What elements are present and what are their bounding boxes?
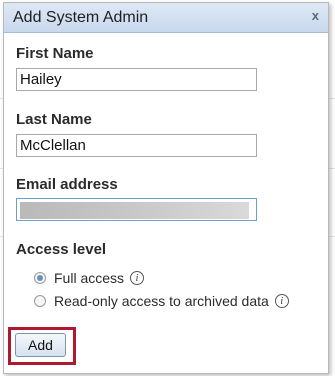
first-name-field[interactable] bbox=[16, 68, 257, 91]
radio-button-read-only[interactable] bbox=[34, 295, 46, 307]
email-label: Email address bbox=[16, 176, 118, 193]
dialog-titlebar: Add System Admin x bbox=[4, 3, 328, 33]
close-icon[interactable]: x bbox=[312, 8, 319, 23]
access-level-label: Access level bbox=[16, 241, 107, 258]
dialog-title: Add System Admin bbox=[13, 9, 149, 26]
radio-button-full-access[interactable] bbox=[34, 272, 46, 284]
first-name-label: First Name bbox=[16, 45, 94, 62]
add-button[interactable]: Add bbox=[15, 333, 66, 357]
last-name-field[interactable] bbox=[16, 134, 257, 157]
radio-option-read-only[interactable]: Read-only access to archived data i bbox=[34, 293, 289, 309]
email-redacted-mask bbox=[20, 202, 249, 219]
add-system-admin-dialog: Add System Admin x First Name Last Name … bbox=[3, 2, 329, 374]
radio-label-read-only: Read-only access to archived data bbox=[54, 293, 269, 309]
info-circle-icon[interactable]: i bbox=[130, 271, 145, 285]
radio-label-full-access: Full access bbox=[54, 270, 125, 286]
info-circle-icon[interactable]: i bbox=[274, 294, 289, 308]
last-name-label: Last Name bbox=[16, 111, 92, 128]
radio-option-full-access[interactable]: Full access i bbox=[34, 270, 145, 286]
